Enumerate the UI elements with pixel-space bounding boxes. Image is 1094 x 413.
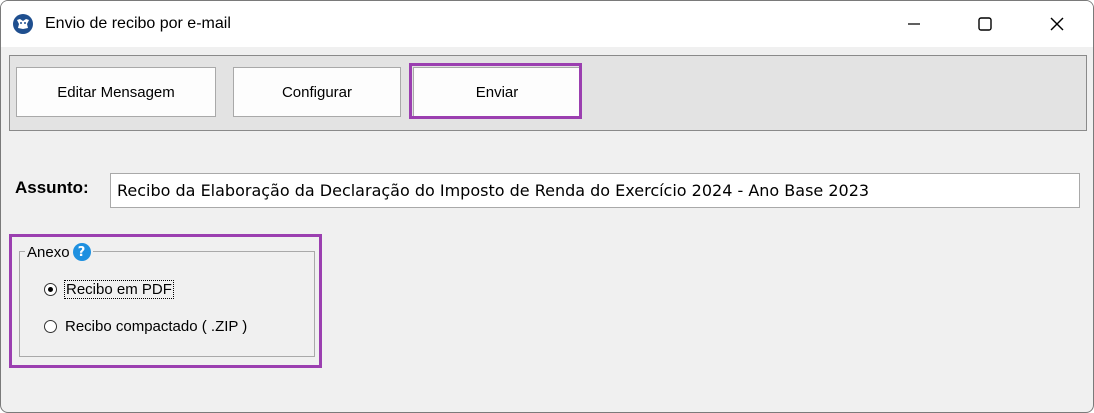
window-title: Envio de recibo por e-mail	[45, 15, 231, 32]
toolbar: Editar Mensagem Configurar Enviar	[9, 55, 1087, 131]
radio-option-pdf[interactable]: Recibo em PDF	[44, 280, 174, 299]
app-logo-icon	[13, 14, 33, 34]
subject-label: Assunto:	[15, 178, 89, 197]
attachment-group	[19, 251, 315, 357]
radio-option-label[interactable]: Recibo em PDF	[64, 280, 174, 299]
minimize-icon[interactable]	[894, 11, 934, 37]
title-bar: Envio de recibo por e-mail	[1, 1, 1093, 47]
dialog-window: Envio de recibo por e-mail Editar Mensag…	[0, 0, 1094, 413]
attachment-legend: Anexo ?	[25, 243, 93, 261]
radio-option-label[interactable]: Recibo compactado ( .ZIP )	[65, 318, 247, 335]
maximize-icon[interactable]	[965, 11, 1005, 37]
help-icon[interactable]: ?	[72, 243, 91, 261]
radio-button[interactable]	[44, 320, 57, 333]
radio-option-zip[interactable]: Recibo compactado ( .ZIP )	[44, 318, 247, 335]
radio-button-checked[interactable]	[44, 283, 57, 296]
attachment-legend-label: Anexo	[27, 243, 70, 261]
send-button[interactable]: Enviar	[413, 67, 581, 117]
configure-button[interactable]: Configurar	[233, 67, 401, 117]
edit-message-button[interactable]: Editar Mensagem	[16, 67, 216, 117]
subject-input[interactable]: Recibo da Elaboração da Declaração do Im…	[110, 173, 1080, 208]
close-icon[interactable]	[1037, 11, 1077, 37]
